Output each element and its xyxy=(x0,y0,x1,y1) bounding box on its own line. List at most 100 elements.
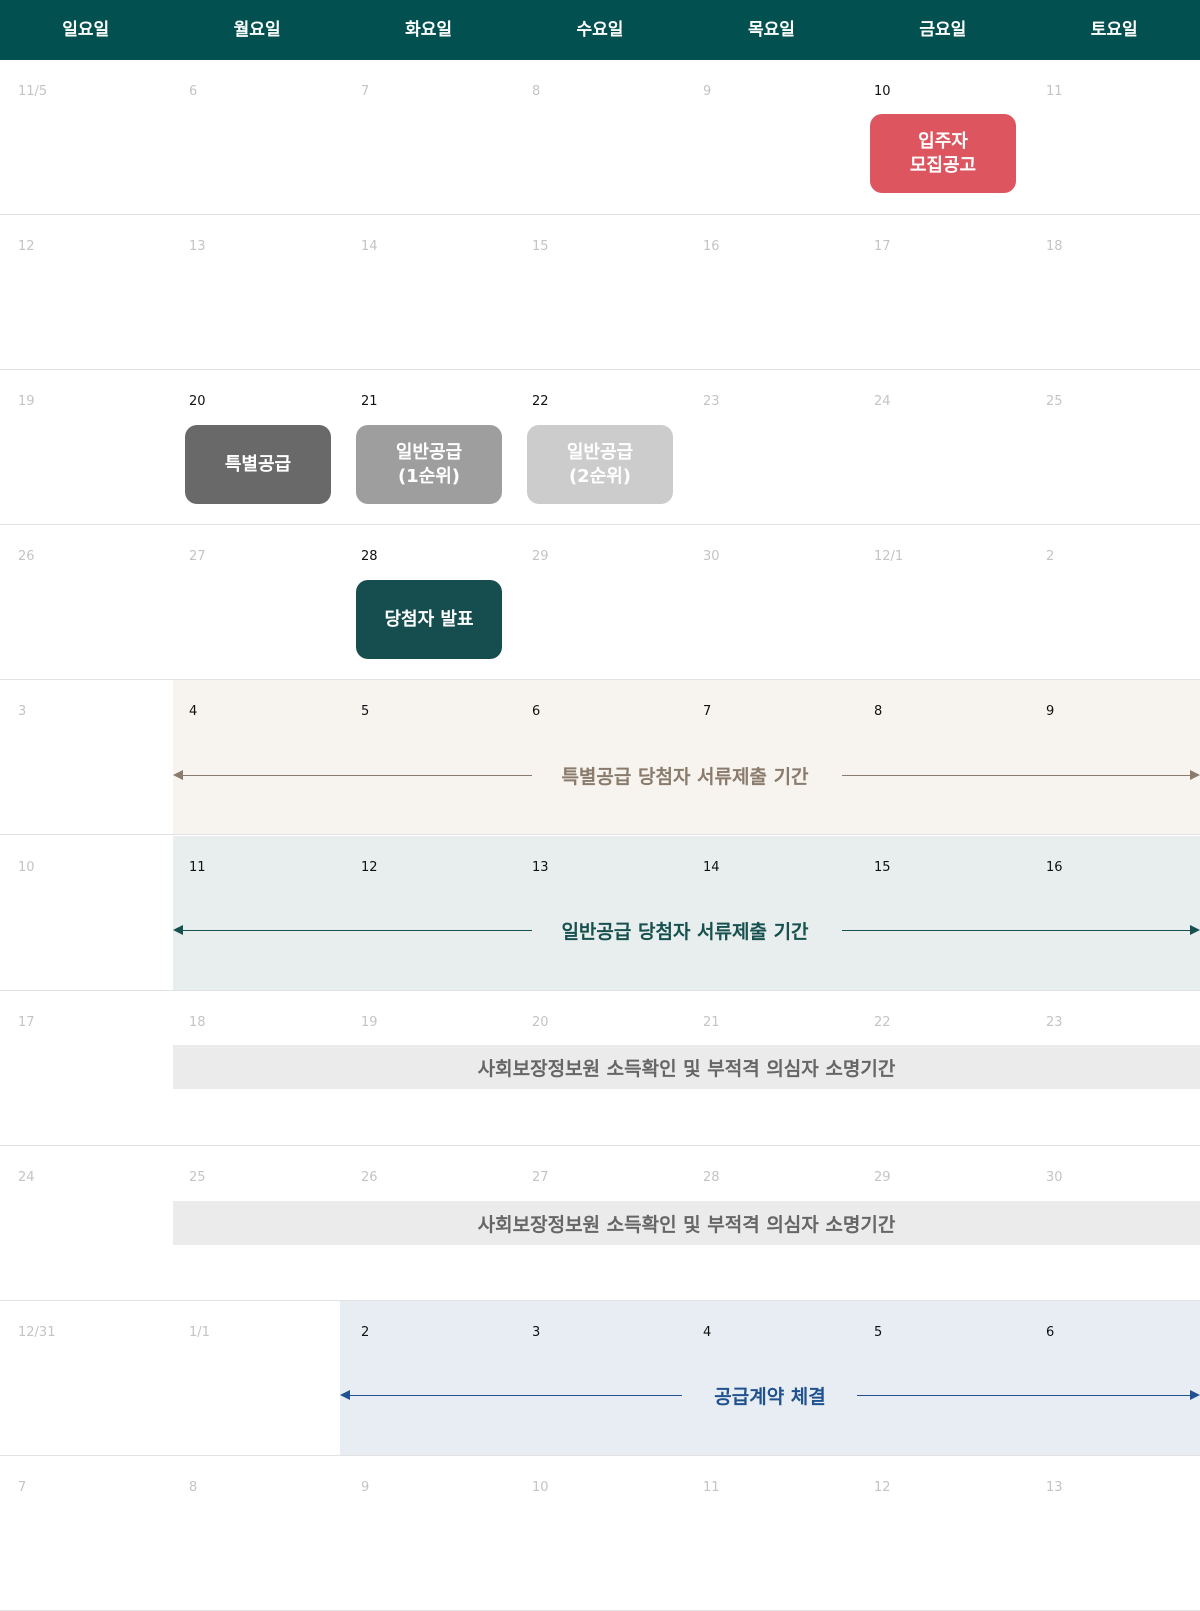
day-number[interactable]: 10 xyxy=(18,860,35,875)
day-number[interactable]: 20 xyxy=(189,394,206,409)
weekday-monday: 월요일 xyxy=(233,20,281,40)
week-row: 26 27 28 29 30 12/1 2 xyxy=(0,525,1200,681)
day-number[interactable]: 29 xyxy=(532,549,549,564)
day-number[interactable]: 12/1 xyxy=(874,549,903,564)
day-number[interactable]: 19 xyxy=(18,394,35,409)
day-number[interactable]: 9 xyxy=(361,1480,369,1495)
range-line-right xyxy=(857,1395,1192,1396)
day-number[interactable]: 11 xyxy=(189,860,206,875)
range-line-right xyxy=(842,775,1192,776)
day-number[interactable]: 9 xyxy=(703,84,711,99)
day-number[interactable]: 3 xyxy=(18,704,26,719)
range-label-general-docs: 일반공급 당첨자 서류제출 기간 xyxy=(561,921,809,943)
range-line-left xyxy=(180,775,532,776)
day-number[interactable]: 21 xyxy=(361,394,378,409)
range-income-check-1: 사회보장정보원 소득확인 및 부적격 의심자 소명기간 xyxy=(173,1045,1200,1089)
day-number[interactable]: 11 xyxy=(703,1480,720,1495)
day-number[interactable]: 25 xyxy=(1046,394,1063,409)
day-number[interactable]: 15 xyxy=(532,239,549,254)
day-number[interactable]: 21 xyxy=(703,1015,720,1030)
arrow-right-icon xyxy=(1190,770,1200,780)
day-number[interactable]: 25 xyxy=(189,1170,206,1185)
day-number[interactable]: 8 xyxy=(874,704,882,719)
day-number[interactable]: 26 xyxy=(361,1170,378,1185)
day-number[interactable]: 27 xyxy=(189,549,206,564)
day-number[interactable]: 17 xyxy=(874,239,891,254)
day-number[interactable]: 9 xyxy=(1046,704,1054,719)
week-row: 7 8 9 10 11 12 13 xyxy=(0,1456,1200,1611)
day-number[interactable]: 10 xyxy=(874,84,891,99)
day-number[interactable]: 27 xyxy=(532,1170,549,1185)
day-number[interactable]: 7 xyxy=(18,1480,26,1495)
day-number[interactable]: 30 xyxy=(703,549,720,564)
weekday-saturday: 토요일 xyxy=(1090,20,1138,40)
day-number[interactable]: 20 xyxy=(532,1015,549,1030)
event-recruitment-notice[interactable]: 입주자 모집공고 xyxy=(870,114,1016,193)
day-number[interactable]: 14 xyxy=(703,860,720,875)
day-number[interactable]: 13 xyxy=(532,860,549,875)
day-number[interactable]: 5 xyxy=(361,704,369,719)
range-line-left xyxy=(180,930,532,931)
day-number[interactable]: 8 xyxy=(532,84,540,99)
day-number[interactable]: 23 xyxy=(1046,1015,1063,1030)
event-general-supply-second[interactable]: 일반공급 (2순위) xyxy=(527,425,673,504)
day-number[interactable]: 4 xyxy=(189,704,197,719)
day-number[interactable]: 17 xyxy=(18,1015,35,1030)
range-income-check-2: 사회보장정보원 소득확인 및 부적격 의심자 소명기간 xyxy=(173,1201,1200,1245)
day-number[interactable]: 15 xyxy=(874,860,891,875)
day-number[interactable]: 24 xyxy=(874,394,891,409)
day-number[interactable]: 11 xyxy=(1046,84,1063,99)
day-number[interactable]: 12 xyxy=(18,239,35,254)
weekday-header: 일요일 월요일 화요일 수요일 목요일 금요일 토요일 xyxy=(0,0,1200,60)
arrow-right-icon xyxy=(1190,925,1200,935)
day-number[interactable]: 4 xyxy=(703,1325,711,1340)
day-number[interactable]: 11/5 xyxy=(18,84,47,99)
event-special-supply[interactable]: 특별공급 xyxy=(185,425,331,504)
range-line-right xyxy=(842,930,1192,931)
day-number[interactable]: 22 xyxy=(532,394,549,409)
day-number[interactable]: 2 xyxy=(1046,549,1054,564)
period-highlight xyxy=(340,1300,1200,1455)
weekday-tuesday: 화요일 xyxy=(405,20,453,40)
week-row: 3 4 5 6 7 8 9 xyxy=(0,680,1200,836)
day-number[interactable]: 12 xyxy=(874,1480,891,1495)
day-number[interactable]: 8 xyxy=(189,1480,197,1495)
day-number[interactable]: 12/31 xyxy=(18,1325,55,1340)
day-number[interactable]: 24 xyxy=(18,1170,35,1185)
arrow-left-icon xyxy=(173,770,183,780)
day-number[interactable]: 30 xyxy=(1046,1170,1063,1185)
arrow-right-icon xyxy=(1190,1390,1200,1400)
day-number[interactable]: 18 xyxy=(189,1015,206,1030)
event-general-supply-first[interactable]: 일반공급 (1순위) xyxy=(356,425,502,504)
day-number[interactable]: 1/1 xyxy=(189,1325,210,1340)
weekday-sunday: 일요일 xyxy=(62,20,110,40)
weekday-thursday: 목요일 xyxy=(747,20,795,40)
day-number[interactable]: 22 xyxy=(874,1015,891,1030)
day-number[interactable]: 19 xyxy=(361,1015,378,1030)
day-number[interactable]: 5 xyxy=(874,1325,882,1340)
day-number[interactable]: 16 xyxy=(703,239,720,254)
day-number[interactable]: 23 xyxy=(703,394,720,409)
day-number[interactable]: 13 xyxy=(1046,1480,1063,1495)
day-number[interactable]: 26 xyxy=(18,549,35,564)
event-winner-announcement[interactable]: 당첨자 발표 xyxy=(356,580,502,659)
day-number[interactable]: 7 xyxy=(703,704,711,719)
day-number[interactable]: 16 xyxy=(1046,860,1063,875)
day-number[interactable]: 29 xyxy=(874,1170,891,1185)
day-number[interactable]: 10 xyxy=(532,1480,549,1495)
arrow-left-icon xyxy=(340,1390,350,1400)
day-number[interactable]: 6 xyxy=(1046,1325,1054,1340)
day-number[interactable]: 28 xyxy=(361,549,378,564)
day-number[interactable]: 7 xyxy=(361,84,369,99)
week-row: 12/31 1/1 2 3 4 5 6 xyxy=(0,1300,1200,1456)
day-number[interactable]: 2 xyxy=(361,1325,369,1340)
day-number[interactable]: 13 xyxy=(189,239,206,254)
day-number[interactable]: 12 xyxy=(361,860,378,875)
day-number[interactable]: 14 xyxy=(361,239,378,254)
day-number[interactable]: 28 xyxy=(703,1170,720,1185)
day-number[interactable]: 6 xyxy=(532,704,540,719)
day-number[interactable]: 6 xyxy=(189,84,197,99)
week-row: 10 11 12 13 14 15 16 xyxy=(0,835,1200,991)
day-number[interactable]: 3 xyxy=(532,1325,540,1340)
day-number[interactable]: 18 xyxy=(1046,239,1063,254)
